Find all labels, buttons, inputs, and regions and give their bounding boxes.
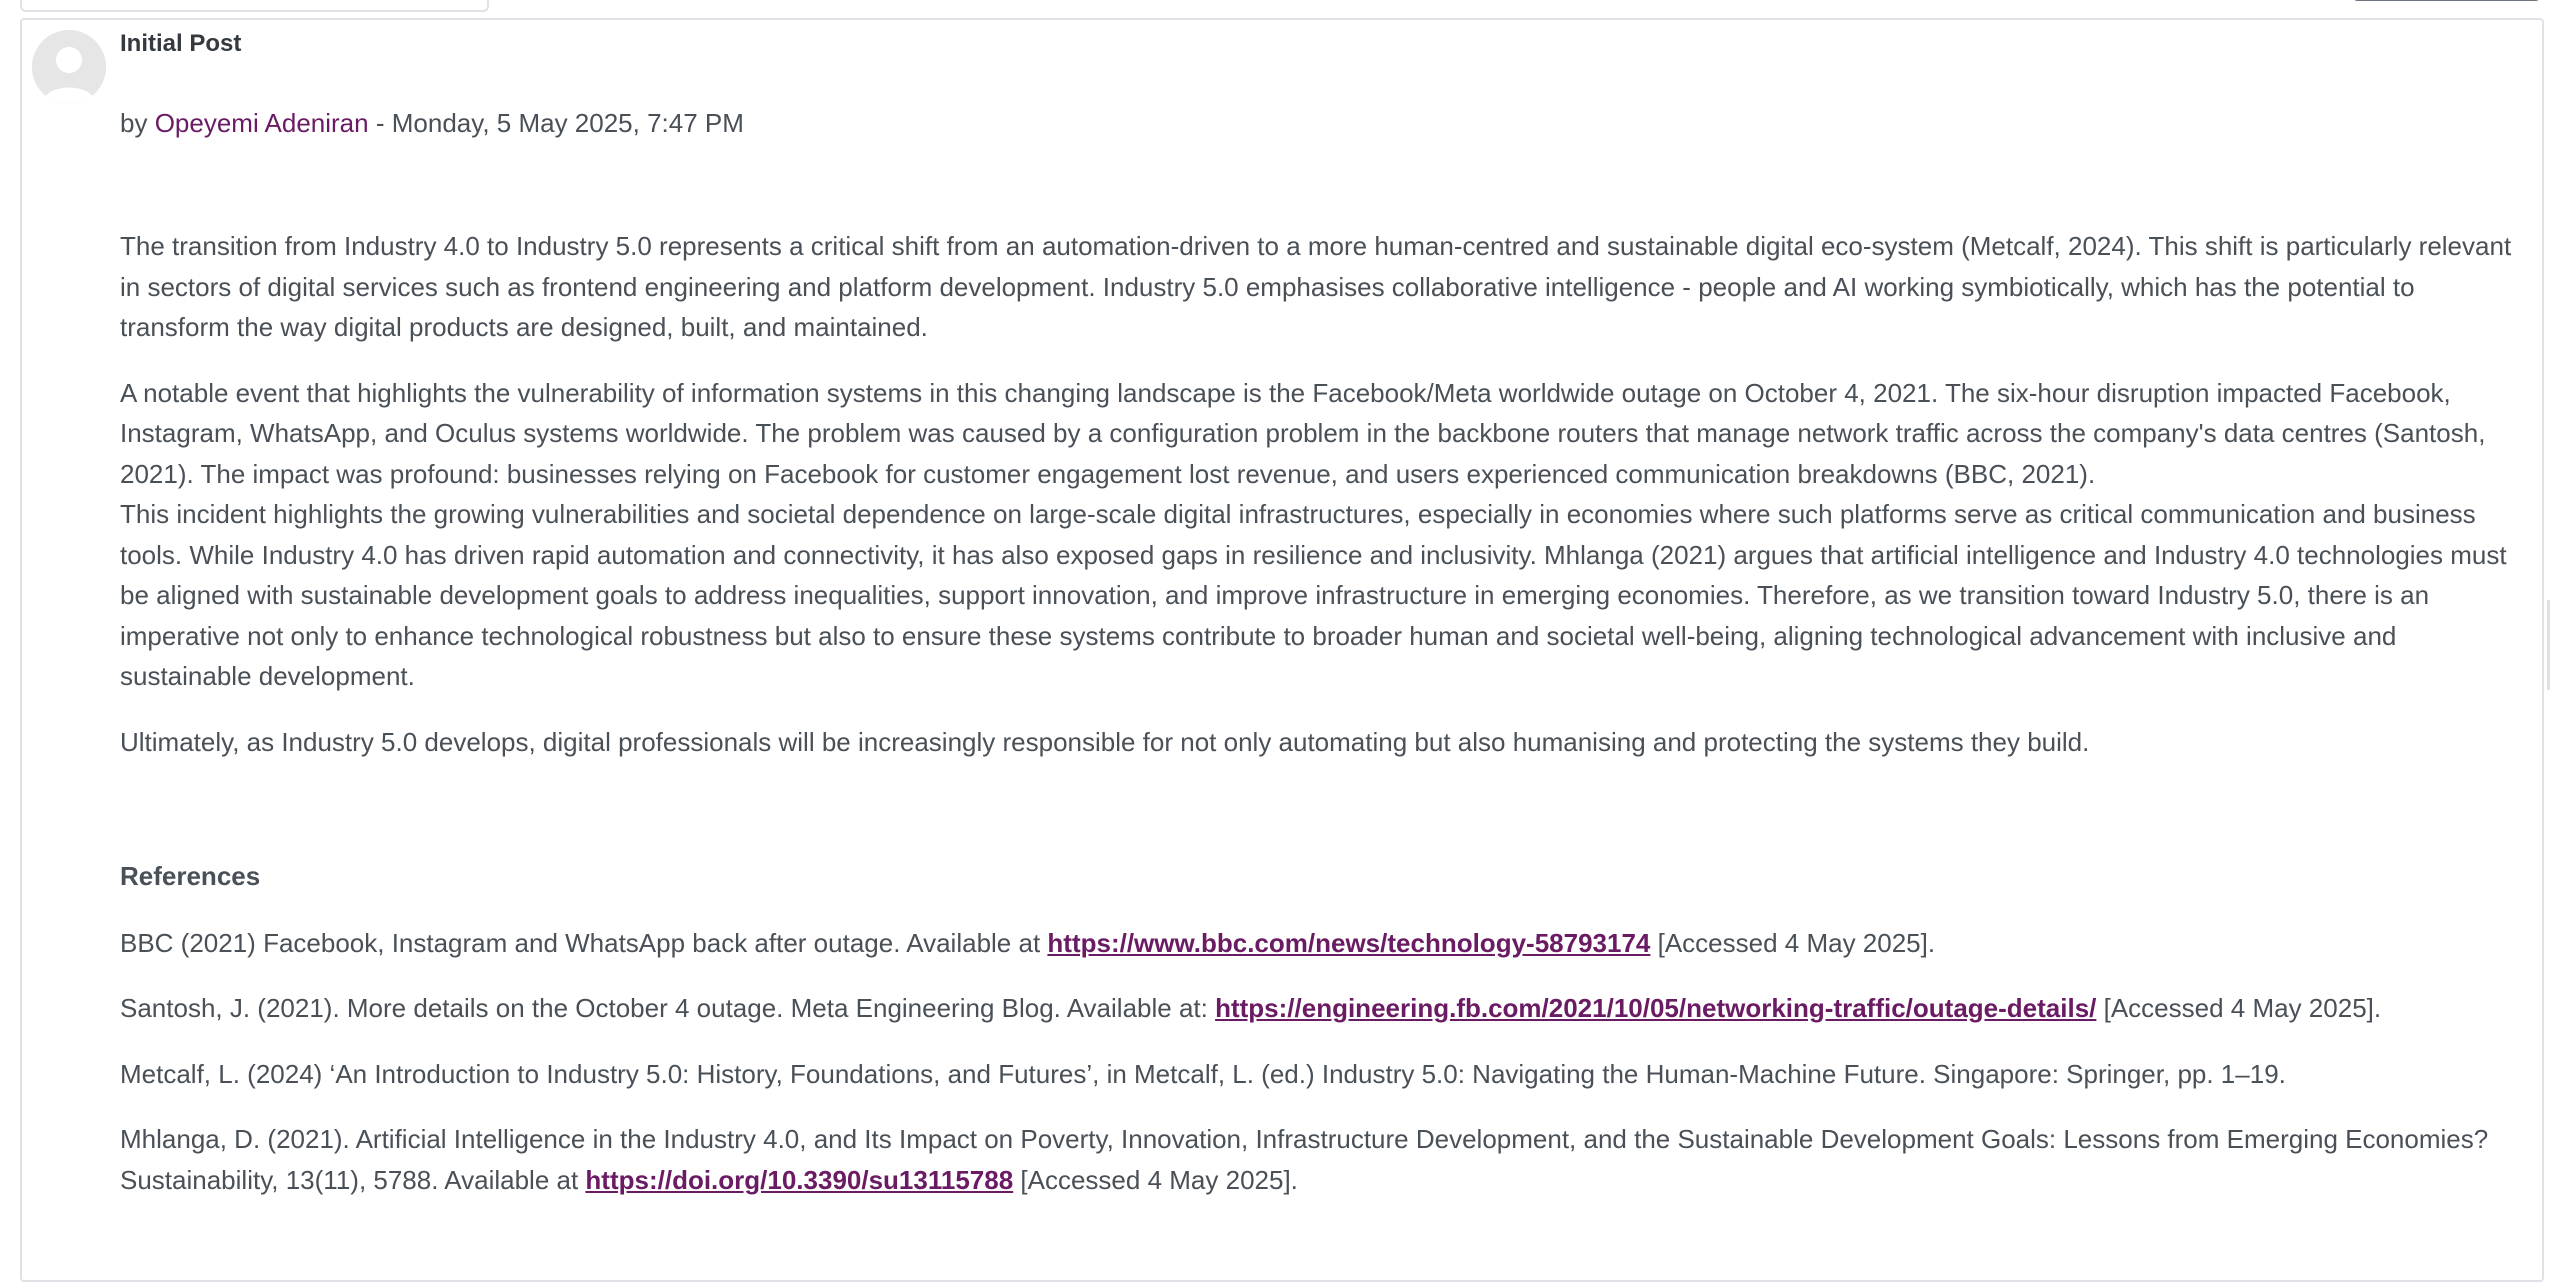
post-datetime: Monday, 5 May 2025, 7:47 PM xyxy=(391,108,744,138)
by-prefix: by xyxy=(120,108,148,138)
reference-link[interactable]: https://www.bbc.com/news/technology-5879… xyxy=(1047,928,1650,958)
post-meta: by Opeyemi Adeniran - Monday, 5 May 2025… xyxy=(120,108,744,139)
reference-text: Mhlanga, D. (2021). Artificial Intellige… xyxy=(120,1124,2489,1195)
reference-item: Mhlanga, D. (2021). Artificial Intellige… xyxy=(120,1119,2520,1200)
reference-text: Santosh, J. (2021). More details on the … xyxy=(120,993,1216,1023)
paragraph: The transition from Industry 4.0 to Indu… xyxy=(120,231,2512,342)
paragraph: A notable event that highlights the vuln… xyxy=(120,377,2486,489)
reference-text: BBC (2021) Facebook, Instagram and Whats… xyxy=(120,927,1048,958)
references-heading: References xyxy=(120,861,261,891)
reference-accessed: [Accessed 4 May 2025]. xyxy=(2096,993,2382,1023)
reference-accessed: [Accessed 4 May 2025]. xyxy=(1013,1164,1298,1195)
paragraph: This incident highlights the growing vul… xyxy=(120,499,2507,691)
reference-link[interactable]: https://engineering.fb.com/2021/10/05/ne… xyxy=(1215,993,2096,1023)
meta-separator: - xyxy=(375,108,385,138)
reference-item: BBC (2021) Facebook, Instagram and Whats… xyxy=(120,923,2520,964)
user-placeholder-icon[interactable] xyxy=(32,30,106,104)
reference-item: Santosh, J. (2021). More details on the … xyxy=(120,988,2520,1029)
top-strip xyxy=(0,0,2550,20)
top-right-button-edge[interactable] xyxy=(2354,0,2539,1)
reference-text: Metcalf, L. (2024) ‘An Introduction to I… xyxy=(120,1058,2286,1089)
reference-accessed: [Accessed 4 May 2025]. xyxy=(1650,927,1936,958)
author-link[interactable]: Opeyemi Adeniran xyxy=(155,108,369,138)
paragraph: Ultimately, as Industry 5.0 develops, di… xyxy=(120,726,2090,757)
previous-element-tab xyxy=(20,0,489,12)
post-title: Initial Post xyxy=(120,30,242,57)
post-body: The transition from Industry 4.0 to Indu… xyxy=(120,226,2520,1225)
reference-item: Metcalf, L. (2024) ‘An Introduction to I… xyxy=(120,1054,2520,1095)
reference-link[interactable]: https://doi.org/10.3390/su13115788 xyxy=(585,1165,1013,1195)
